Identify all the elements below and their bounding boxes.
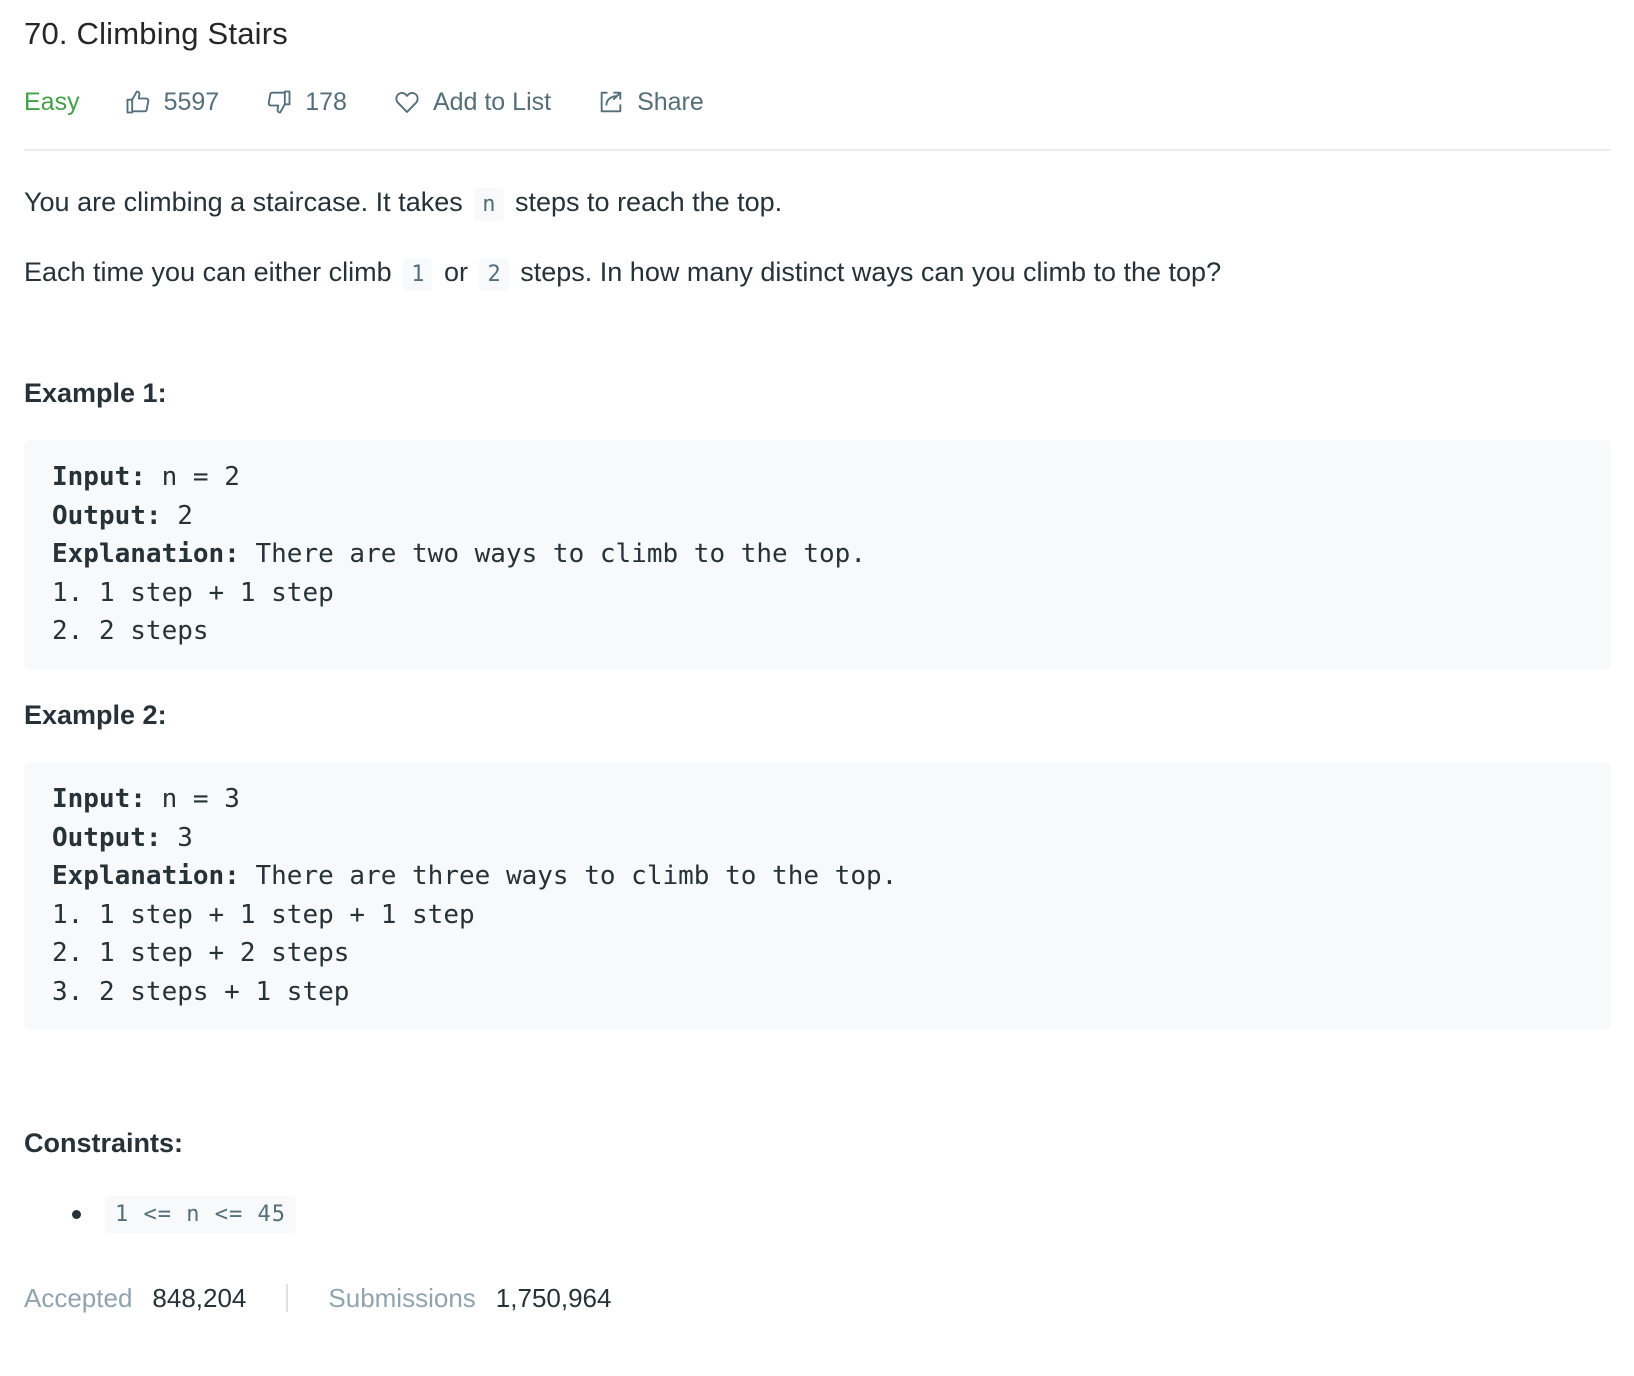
description-text: steps to reach the top. [515,187,783,217]
input-label: Input: [52,784,146,814]
thumbs-up-icon [126,90,149,114]
dislike-count: 178 [305,87,347,116]
explanation-value: There are three ways to climb to the top… [239,861,898,891]
description-paragraph-1: You are climbing a staircase. It takes n… [24,184,782,223]
dislike-button[interactable]: 178 [265,88,347,117]
stats-divider [286,1284,289,1312]
output-value: 3 [161,822,193,853]
explanation-label: Explanation: [52,539,240,569]
description-text: steps. In how many distinct ways can you… [520,257,1222,287]
constraint-code: 1 <= n <= 45 [105,1196,296,1233]
example-1-block: Input: n = 2 Output: 2 Explanation: Ther… [24,440,1611,670]
explanation-label: Explanation: [52,861,240,891]
description-text: You are climbing a staircase. It takes [24,187,463,217]
explanation-line: 1. 1 step + 1 step [52,577,334,608]
share-label: Share [637,87,704,116]
example-2-title: Example 2: [24,700,167,730]
input-label: Input: [52,462,146,492]
explanation-line: 3. 2 steps + 1 step [52,976,350,1007]
description-text: or [443,257,468,287]
share-button[interactable]: Share [597,88,704,117]
example-2-block: Input: n = 3 Output: 3 Explanation: Ther… [24,762,1611,1030]
like-button[interactable]: 5597 [124,87,220,117]
submissions-label: Submissions [328,1282,476,1313]
explanation-line: 2. 2 steps [52,616,209,646]
bullet-icon [72,1210,81,1219]
explanation-line: 2. 1 step + 2 steps [52,938,350,968]
example-1-title: Example 1: [24,378,167,408]
description-paragraph-2: Each time you can either climb 1 or 2 st… [24,254,1221,293]
inline-code-1: 1 [403,258,433,291]
inline-code-2: 2 [479,258,509,291]
add-to-list-label: Add to List [432,87,552,116]
output-label: Output: [52,822,162,853]
output-value: 2 [161,500,193,531]
input-value: n = 3 [145,784,240,814]
output-label: Output: [52,500,162,531]
thumbs-down-icon [267,90,291,114]
explanation-line: 1. 1 step + 1 step + 1 step [52,899,475,930]
submissions-value: 1,750,964 [495,1282,612,1313]
constraints-title: Constraints: [24,1128,184,1158]
problem-title: 70. Climbing Stairs [24,16,288,51]
header-divider [24,149,1611,151]
share-icon [600,91,622,113]
accepted-label: Accepted [24,1282,133,1313]
difficulty-badge: Easy [24,87,80,116]
add-to-list-button[interactable]: Add to List [393,88,551,117]
heart-icon [395,91,419,113]
constraint-item: 1 <= n <= 45 [72,1196,296,1233]
description-text: Each time you can either climb [24,257,392,287]
inline-code-n: n [474,188,504,221]
submission-stats: Accepted 848,204 Submissions 1,750,964 [24,1280,611,1316]
accepted-value: 848,204 [152,1282,247,1313]
explanation-value: There are two ways to climb to the top. [239,539,866,569]
like-count: 5597 [163,87,220,116]
problem-meta-row: Easy 5597 178 Add to List Share [24,84,750,120]
input-value: n = 2 [145,462,240,492]
